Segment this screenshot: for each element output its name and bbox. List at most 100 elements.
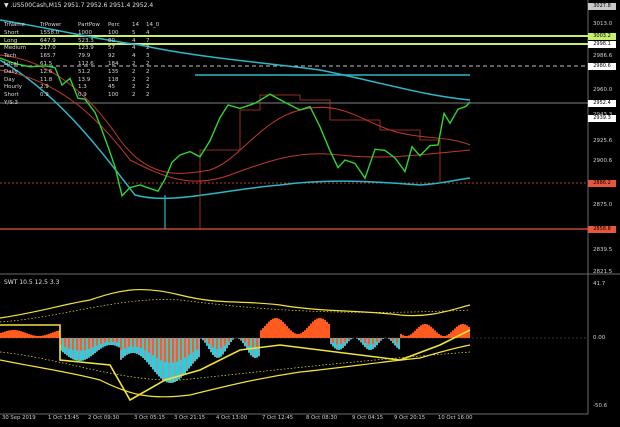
swt-hist-bar — [206, 338, 208, 346]
time-axis-label: 8 Oct 08:30 — [306, 415, 338, 421]
chart-title: ▼ .US500Cash,M15 2951.7 2952.6 2951.4 29… — [4, 2, 154, 9]
swt-hist-bar — [332, 338, 334, 343]
swt-hist-bar — [330, 338, 332, 345]
swt-hist-bar — [198, 338, 200, 358]
swt-hist-bar — [442, 335, 444, 338]
swt-hist-bar — [400, 333, 402, 338]
swt-hist-bar — [34, 335, 36, 338]
info-cell: 4 — [132, 45, 136, 52]
swt-hist-bar — [76, 338, 78, 351]
red-step-line — [199, 94, 441, 229]
info-cell: 13.9 — [78, 76, 91, 83]
swt-hist-bar — [326, 321, 328, 338]
swt-hist-bar — [468, 326, 470, 338]
swt-hist-bar — [392, 338, 394, 341]
swt-hist-bar — [212, 338, 214, 348]
swt-hist-bar — [444, 335, 446, 338]
info-cell: Medium — [4, 45, 26, 52]
swt-hist-bar — [246, 338, 248, 350]
info-cell: 51.2 — [78, 68, 91, 75]
swt-hist-bar — [208, 338, 210, 345]
info-cell: 2 — [146, 68, 150, 75]
swt-hist-bar — [188, 338, 190, 355]
swt-hist-bar — [164, 338, 166, 362]
swt-hist-bar — [428, 325, 430, 338]
info-cell: 14_0 — [146, 22, 160, 28]
swt-hist-bar — [22, 331, 24, 338]
swt-hist-bar — [440, 335, 442, 338]
info-cell: 2 — [132, 92, 136, 99]
info-cell: Hourly — [4, 84, 23, 91]
swt-hist-bar — [268, 321, 270, 338]
price-tag: 2886.2 — [588, 180, 616, 187]
swt-hist-bar — [452, 330, 454, 338]
swt-hist-bar — [74, 338, 76, 361]
swt-hist-bar — [328, 323, 330, 338]
time-axis: 30 Sep 2019 1 Oct 13:45 2 Oct 09:30 3 Oct 0… — [0, 414, 588, 426]
swt-hist-bar — [308, 325, 310, 338]
swt-hist-bar — [436, 332, 438, 338]
info-cell: 4 — [132, 37, 136, 44]
swt-hist-bar — [276, 318, 278, 338]
swt-hist-bar — [292, 332, 294, 338]
swt-hist-bar — [310, 323, 312, 338]
swt-hist-bar — [132, 338, 134, 347]
price-tag: 3027.8 — [588, 3, 616, 10]
swt-hist-bar — [162, 338, 164, 381]
swt-hist-bar — [312, 321, 314, 338]
trading-chart[interactable]: ▼ .US500Cash,M15 2951.7 2952.6 2951.4 29… — [0, 0, 620, 427]
swt-hist-bar — [16, 330, 18, 338]
info-cell: 523.3 — [78, 37, 94, 44]
swt-hist-bar — [378, 338, 380, 343]
swt-hist-bar — [118, 338, 120, 348]
swt-hist-bar — [66, 338, 68, 356]
swt-hist-bar — [232, 338, 234, 339]
swt-hist-bar — [396, 338, 398, 344]
swt-hist-bar — [192, 338, 194, 353]
swt-hist-bar — [220, 338, 222, 349]
swt-hist-bar — [182, 338, 184, 376]
info-row: Tech 165.7 79.9 92 4 3 — [4, 53, 162, 61]
swt-hist-bar — [316, 318, 318, 338]
swt-hist-bar — [180, 338, 182, 360]
swt-hist-bar — [120, 338, 122, 351]
swt-hist-bar — [102, 338, 104, 348]
info-cell: 57 — [108, 45, 115, 52]
swt-hist-bar — [242, 338, 244, 344]
swt-hist-bar — [64, 338, 66, 347]
swt-hist-bar — [394, 338, 396, 346]
swt-hist-bar — [144, 338, 146, 351]
swt-hist-bar — [50, 333, 52, 338]
swt-hist-bar — [214, 338, 216, 357]
price-axis-label: 2925.6 — [593, 138, 613, 144]
swt-hist-bar — [284, 323, 286, 338]
info-cell: 2 — [146, 60, 150, 67]
info-cell: 118 — [108, 76, 119, 83]
swt-hist-bar — [286, 326, 288, 338]
price-axis-label: 2900.6 — [593, 158, 613, 164]
swt-hist-bar — [196, 338, 198, 350]
swt-hist-bar — [432, 328, 434, 338]
info-row: Long 647.9 523.3 80 4 7 — [4, 38, 162, 46]
swt-dotted-upper — [0, 299, 471, 323]
swt-hist-bar — [104, 338, 106, 343]
swt-hist-bar — [404, 335, 406, 338]
swt-hist-bar — [264, 325, 266, 338]
info-cell: 4 — [132, 53, 136, 60]
swt-hist-bar — [38, 335, 40, 338]
price-axis-label: 3013.0 — [593, 21, 613, 27]
swt-hist-bar — [18, 330, 20, 338]
swt-hist-bar — [462, 324, 464, 338]
info-cell: 0.9 — [78, 92, 87, 99]
swt-hist-bar — [282, 321, 284, 338]
time-axis-label: 2 Oct 09:30 — [88, 415, 120, 421]
swt-hist-bar — [4, 331, 6, 338]
info-cell: 1.3 — [78, 84, 87, 91]
time-axis-label: 4 Oct 13:00 — [216, 415, 248, 421]
swt-hist-bar — [244, 338, 246, 343]
info-cell: 647.9 — [40, 37, 56, 44]
swt-hist-bar — [374, 338, 376, 348]
time-axis-label: 9 Oct 04:15 — [352, 415, 384, 421]
swt-hist-bar — [194, 338, 196, 362]
swt-hist-bar — [280, 320, 282, 338]
